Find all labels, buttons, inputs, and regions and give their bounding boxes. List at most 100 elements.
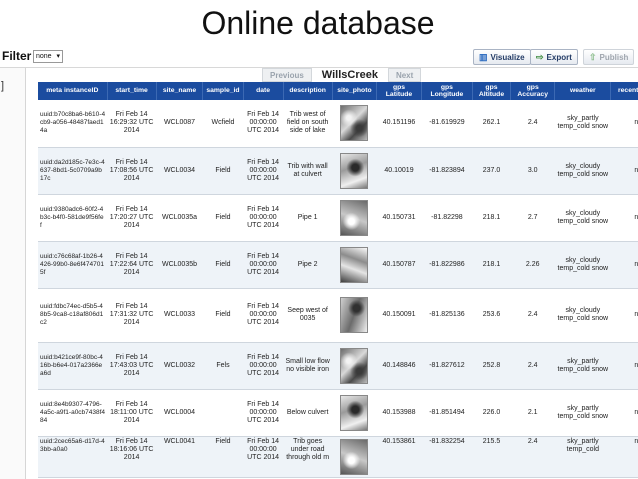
cell-instance-id: uuid:da2d185c-7e3c-4637-8bd1-5c0709a9b17…	[38, 147, 108, 195]
site-photo-thumbnail[interactable]	[340, 246, 369, 283]
cell-site-photo[interactable]	[332, 241, 377, 289]
site-photo-thumbnail[interactable]	[340, 199, 369, 236]
cell-date: Fri Feb 14 00:00:00 UTC 2014	[243, 288, 284, 343]
cell-site-photo[interactable]	[332, 436, 377, 478]
table-row[interactable]: uuid:c76c68af-1b26-4426-99b0-8e6f4747015…	[38, 241, 638, 289]
cell-weather: sky_cloudy temp_cold snow	[554, 241, 611, 289]
cell-site-photo[interactable]	[332, 389, 377, 437]
bar-chart-icon: ▥	[479, 51, 488, 62]
cell-start-time: Fri Feb 14 18:16:06 UTC 2014	[107, 436, 157, 478]
cell-sample-id: Wcfield	[202, 100, 244, 148]
cell-altitude: 237.0	[472, 147, 511, 195]
table-row[interactable]: uuid:9380adc6-60f2-4b3c-b4f0-581de9f56fe…	[38, 194, 638, 242]
cell-site-photo[interactable]	[332, 100, 377, 148]
next-button[interactable]: Next	[387, 68, 422, 82]
cell-accuracy: 3.0	[510, 147, 555, 195]
cell-latitude: 40.150091	[376, 288, 422, 343]
site-photo-thumbnail[interactable]	[340, 105, 369, 142]
column-header[interactable]: recent_rain	[610, 82, 638, 100]
cell-instance-id: uuid:8e4b9307-4796-4a5c-a9f1-a0cb7438f48…	[38, 389, 108, 437]
cell-longitude: -81.823894	[421, 147, 473, 195]
visualize-button[interactable]: ▥ Visualize	[473, 49, 531, 65]
filter-value: none	[36, 53, 52, 60]
column-header[interactable]: description	[283, 82, 333, 100]
cell-description: Trib goes under road through old m	[283, 436, 333, 478]
column-header[interactable]: gps Altitude	[472, 82, 511, 100]
cell-site-name: WCL0035b	[156, 241, 203, 289]
cell-altitude: 215.5	[472, 436, 511, 478]
cell-sample-id	[202, 389, 244, 437]
cell-description: Pipe 2	[283, 241, 333, 289]
column-header[interactable]: date	[243, 82, 284, 100]
previous-button[interactable]: Previous	[262, 68, 312, 82]
cell-altitude: 262.1	[472, 100, 511, 148]
table-row[interactable]: uuid:8e4b9307-4796-4a5c-a9f1-a0cb7438f48…	[38, 389, 638, 437]
cell-latitude: 40.153988	[376, 389, 422, 437]
cell-recent-rain: n	[610, 100, 638, 148]
cell-instance-id: uuid:2cec65a6-d17d-43bb-a0a0	[38, 436, 108, 478]
left-panel: ]	[0, 68, 26, 479]
cell-start-time: Fri Feb 14 17:22:64 UTC 2014	[107, 241, 157, 289]
cell-accuracy: 2.7	[510, 194, 555, 242]
cell-longitude: -81.832254	[421, 436, 473, 478]
cell-sample-id: Field	[202, 241, 244, 289]
site-photo-thumbnail[interactable]	[340, 297, 369, 333]
table-row[interactable]: uuid:da2d185c-7e3c-4637-8bd1-5c0709a9b17…	[38, 147, 638, 195]
cell-recent-rain: n	[610, 436, 638, 478]
cell-sample-id: Field	[202, 194, 244, 242]
cell-site-photo[interactable]	[332, 194, 377, 242]
cell-site-photo[interactable]	[332, 342, 377, 390]
site-photo-thumbnail[interactable]	[340, 152, 369, 189]
site-photo-thumbnail[interactable]	[340, 394, 369, 431]
cell-site-name: WCL0035a	[156, 194, 203, 242]
cell-site-photo[interactable]	[332, 147, 377, 195]
publish-button[interactable]: ⇧ Publish	[583, 49, 635, 65]
cell-longitude: -81.825136	[421, 288, 473, 343]
cell-date: Fri Feb 14 00:00:00 UTC 2014	[243, 100, 284, 148]
table-row[interactable]: uuid:fdbc74ec-d5b5-48b5-9ca8-c18af806d1c…	[38, 288, 638, 343]
cell-altitude: 253.6	[472, 288, 511, 343]
cell-altitude: 218.1	[472, 241, 511, 289]
cell-longitude: -81.619929	[421, 100, 473, 148]
export-button[interactable]: ⇨ Export	[530, 49, 578, 65]
site-photo-thumbnail[interactable]	[340, 438, 369, 475]
cell-latitude: 40.153861	[376, 436, 422, 478]
cell-altitude: 226.0	[472, 389, 511, 437]
column-header[interactable]: start_time	[107, 82, 157, 100]
site-photo-thumbnail[interactable]	[340, 347, 369, 384]
column-header[interactable]: site_name	[156, 82, 204, 100]
cell-description: Trib with wall at culvert	[283, 147, 333, 195]
column-header[interactable]: gps Latitude	[376, 82, 422, 100]
column-header[interactable]: sample_id	[202, 82, 244, 100]
column-header[interactable]: site_photo	[332, 82, 378, 100]
filter-label: Filter	[2, 49, 32, 63]
table-row[interactable]: uuid:2cec65a6-d17d-43bb-a0a0 Fri Feb 14 …	[38, 436, 638, 478]
cell-date: Fri Feb 14 00:00:00 UTC 2014	[243, 436, 284, 478]
cell-start-time: Fri Feb 14 18:11:00 UTC 2014	[107, 389, 157, 437]
cell-accuracy: 2.4	[510, 100, 555, 148]
cell-sample-id: Field	[202, 436, 244, 478]
column-header[interactable]: weather	[554, 82, 612, 100]
cell-weather: sky_partly temp_cold snow	[554, 100, 611, 148]
table-row[interactable]: uuid:b70c8ba6-b610-4cb9-a056-48487faed14…	[38, 100, 638, 148]
cell-latitude: 40.10019	[376, 147, 422, 195]
column-header[interactable]: gps Accuracy	[510, 82, 556, 100]
cell-start-time: Fri Feb 14 17:43:03 UTC 2014	[107, 342, 157, 390]
toolbar: Filter none ▥ Visualize ⇨ Export ⇧ Publi…	[0, 46, 638, 68]
cell-sample-id: Fels	[202, 342, 244, 390]
column-header[interactable]: gps Longitude	[421, 82, 474, 100]
cell-date: Fri Feb 14 00:00:00 UTC 2014	[243, 194, 284, 242]
column-header[interactable]: meta instanceID	[38, 82, 108, 100]
filter-select[interactable]: none	[33, 50, 63, 63]
cell-site-photo[interactable]	[332, 288, 377, 343]
cell-recent-rain: n	[610, 241, 638, 289]
cell-longitude: -81.82298	[421, 194, 473, 242]
data-table: meta instanceID start_time site_name sam…	[38, 82, 638, 478]
table-row[interactable]: uuid:b421ce9f-80bc-416b-b6e4-017a2366ea6…	[38, 342, 638, 390]
data-table-container[interactable]: meta instanceID start_time site_name sam…	[38, 82, 638, 479]
visualize-label: Visualize	[490, 52, 525, 62]
cell-altitude: 218.1	[472, 194, 511, 242]
slide-title: Online database	[170, 0, 466, 46]
publish-icon: ⇧	[589, 51, 597, 62]
cell-sample-id: Field	[202, 147, 244, 195]
